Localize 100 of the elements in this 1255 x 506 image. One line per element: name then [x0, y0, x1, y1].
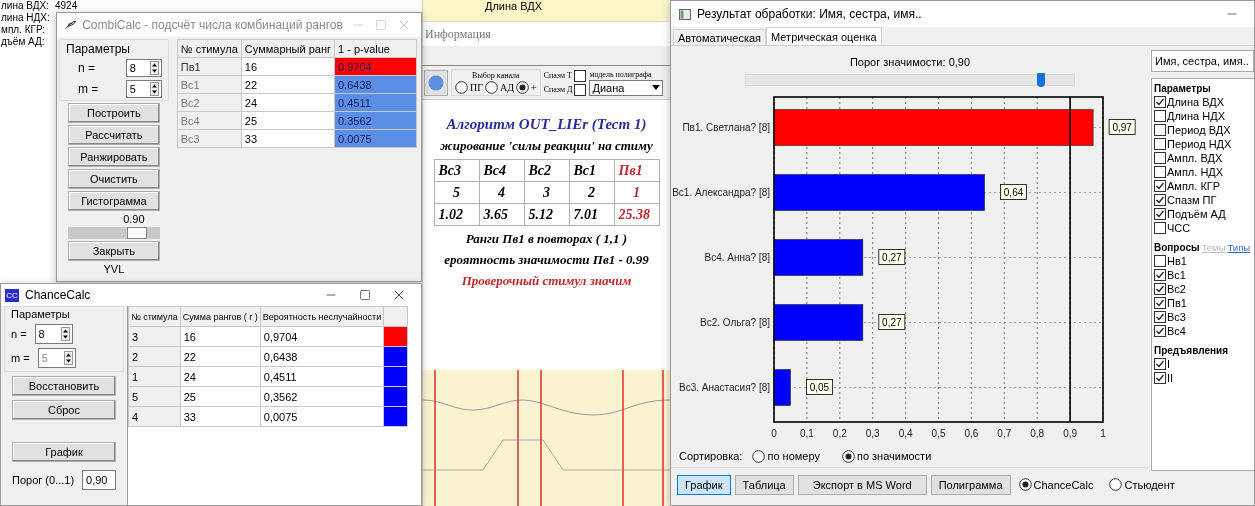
- radio-button[interactable]: [1109, 478, 1123, 491]
- tick-label: 0,4: [898, 428, 913, 439]
- view-button[interactable]: Полиграмма: [930, 474, 1011, 495]
- checkbox[interactable]: [1154, 96, 1166, 108]
- action-button[interactable]: Построить: [67, 103, 160, 123]
- action-button[interactable]: Восстановить: [12, 376, 116, 396]
- checkbox-label: Ампл. ВДХ: [1167, 152, 1223, 164]
- checkbox-label: Длина ВДХ: [1167, 96, 1225, 108]
- number-field[interactable]: 8: [125, 59, 162, 77]
- radio-button[interactable]: [752, 449, 766, 463]
- radio-button[interactable]: [841, 449, 855, 463]
- close-button[interactable]: Закрыть: [67, 241, 160, 261]
- checkbox[interactable]: [1154, 194, 1166, 206]
- radio-button[interactable]: [1018, 478, 1032, 491]
- slider-thumb[interactable]: [1037, 73, 1046, 87]
- table-cell: Вс2: [524, 159, 569, 182]
- radio-label: АД: [500, 82, 515, 93]
- checkbox[interactable]: [1154, 208, 1166, 220]
- view-button[interactable]: Таблица: [734, 474, 794, 495]
- checkbox[interactable]: [1154, 110, 1166, 122]
- field-label: m =: [11, 352, 30, 364]
- action-button[interactable]: Очистить: [67, 169, 160, 189]
- section-title: Параметры: [1154, 83, 1211, 94]
- threshold-field[interactable]: 0,90: [82, 470, 117, 490]
- action-button[interactable]: Сброс: [12, 400, 116, 420]
- spinner-arrows-icon[interactable]: [60, 327, 70, 341]
- checkbox-label: ЧСС: [1167, 222, 1191, 234]
- tick-label: 0,3: [865, 428, 880, 439]
- group-title: Параметры: [11, 308, 71, 320]
- table-cell: 3: [524, 181, 569, 204]
- table-cell: 4: [128, 406, 181, 427]
- tick-label: 0,5: [931, 428, 946, 439]
- checkbox[interactable]: [1154, 255, 1166, 267]
- checkbox-label: Длина НДХ: [1167, 110, 1225, 122]
- checkbox[interactable]: [1154, 358, 1166, 370]
- table-cell: Пв1: [614, 159, 659, 182]
- tab[interactable]: Метрическая оценка: [766, 27, 882, 45]
- checkbox[interactable]: [1154, 222, 1166, 234]
- action-button[interactable]: Гистограмма: [67, 191, 160, 211]
- threshold-slider[interactable]: [67, 227, 160, 239]
- checkbox[interactable]: [1154, 269, 1166, 281]
- checkbox[interactable]: [573, 69, 586, 82]
- radio-button[interactable]: [485, 81, 498, 94]
- field-label: n =: [11, 328, 27, 340]
- table-cell: Вс3: [434, 159, 479, 182]
- menu-item[interactable]: Информация: [425, 26, 491, 42]
- field-label: m =: [78, 82, 99, 96]
- window-title: Результат обработки: Имя, сестра, имя..: [697, 7, 923, 21]
- report-conclusion: Проверочный стимул значим: [461, 273, 632, 289]
- action-button[interactable]: Рассчитать: [67, 125, 160, 145]
- search-field[interactable]: Имя, сестра, имя..: [1151, 50, 1254, 72]
- toolbar-button[interactable]: [424, 69, 448, 96]
- checkbox[interactable]: [1154, 152, 1166, 164]
- checkbox[interactable]: [1154, 297, 1166, 309]
- number-field[interactable]: 5: [125, 80, 162, 98]
- reading-value: 4924: [54, 0, 78, 11]
- category-label: Вс4. Анна? [8]: [704, 252, 770, 263]
- checkbox[interactable]: [1154, 311, 1166, 323]
- window-title: ChanceCalc: [25, 288, 92, 302]
- table-cell: 5: [128, 386, 181, 407]
- column-header: 1 - p-value: [334, 39, 417, 58]
- checkbox-label: Вс1: [1167, 269, 1186, 281]
- feather-logo-icon: [65, 18, 77, 32]
- checkbox[interactable]: [1154, 372, 1166, 384]
- tick-label: 1: [1100, 428, 1106, 439]
- data-label: 0,27: [878, 314, 906, 330]
- model-dropdown[interactable]: Диана: [589, 79, 664, 96]
- checkbox-label: Вс3: [1167, 311, 1186, 323]
- section-link[interactable]: Типы: [1227, 242, 1251, 253]
- radio-label: ПГ: [470, 82, 483, 93]
- checkbox-label: Период НДХ: [1167, 138, 1232, 150]
- table-cell: 3: [128, 326, 181, 347]
- column-header: № стимула: [177, 39, 242, 58]
- checkbox[interactable]: [1154, 138, 1166, 150]
- spinner-arrows-icon[interactable]: [149, 61, 159, 75]
- checkbox[interactable]: [1154, 283, 1166, 295]
- action-button[interactable]: График: [12, 442, 116, 462]
- table-cell: 5.12: [524, 203, 569, 226]
- threshold-slider[interactable]: [745, 74, 1075, 86]
- number-field[interactable]: 8: [34, 324, 73, 344]
- slider-thumb[interactable]: [126, 227, 147, 239]
- checkbox-label: Нв1: [1167, 255, 1187, 267]
- category-label: Вс2. Ольга? [8]: [700, 317, 770, 328]
- radio-button[interactable]: [455, 81, 468, 94]
- checkbox[interactable]: [1154, 166, 1166, 178]
- checkbox-label: Спазм Д: [543, 85, 573, 94]
- action-button[interactable]: Ранжировать: [67, 147, 160, 167]
- checkbox[interactable]: [574, 83, 587, 96]
- field-label: Порог (0...1): [12, 474, 75, 486]
- checkbox[interactable]: [1154, 180, 1166, 192]
- view-button[interactable]: График: [677, 474, 731, 495]
- threshold-label: Порог значимости: 0,90: [849, 56, 971, 68]
- table-cell: 7.01: [569, 203, 614, 226]
- tab[interactable]: Автоматическая: [673, 29, 767, 45]
- tick-label: 0,1: [799, 428, 814, 439]
- checkbox[interactable]: [1154, 325, 1166, 337]
- spinner-arrows-icon[interactable]: [149, 82, 159, 96]
- checkbox[interactable]: [1154, 124, 1166, 136]
- view-button[interactable]: Экспорт в MS Word: [797, 474, 927, 495]
- radio-button[interactable]: [516, 81, 530, 94]
